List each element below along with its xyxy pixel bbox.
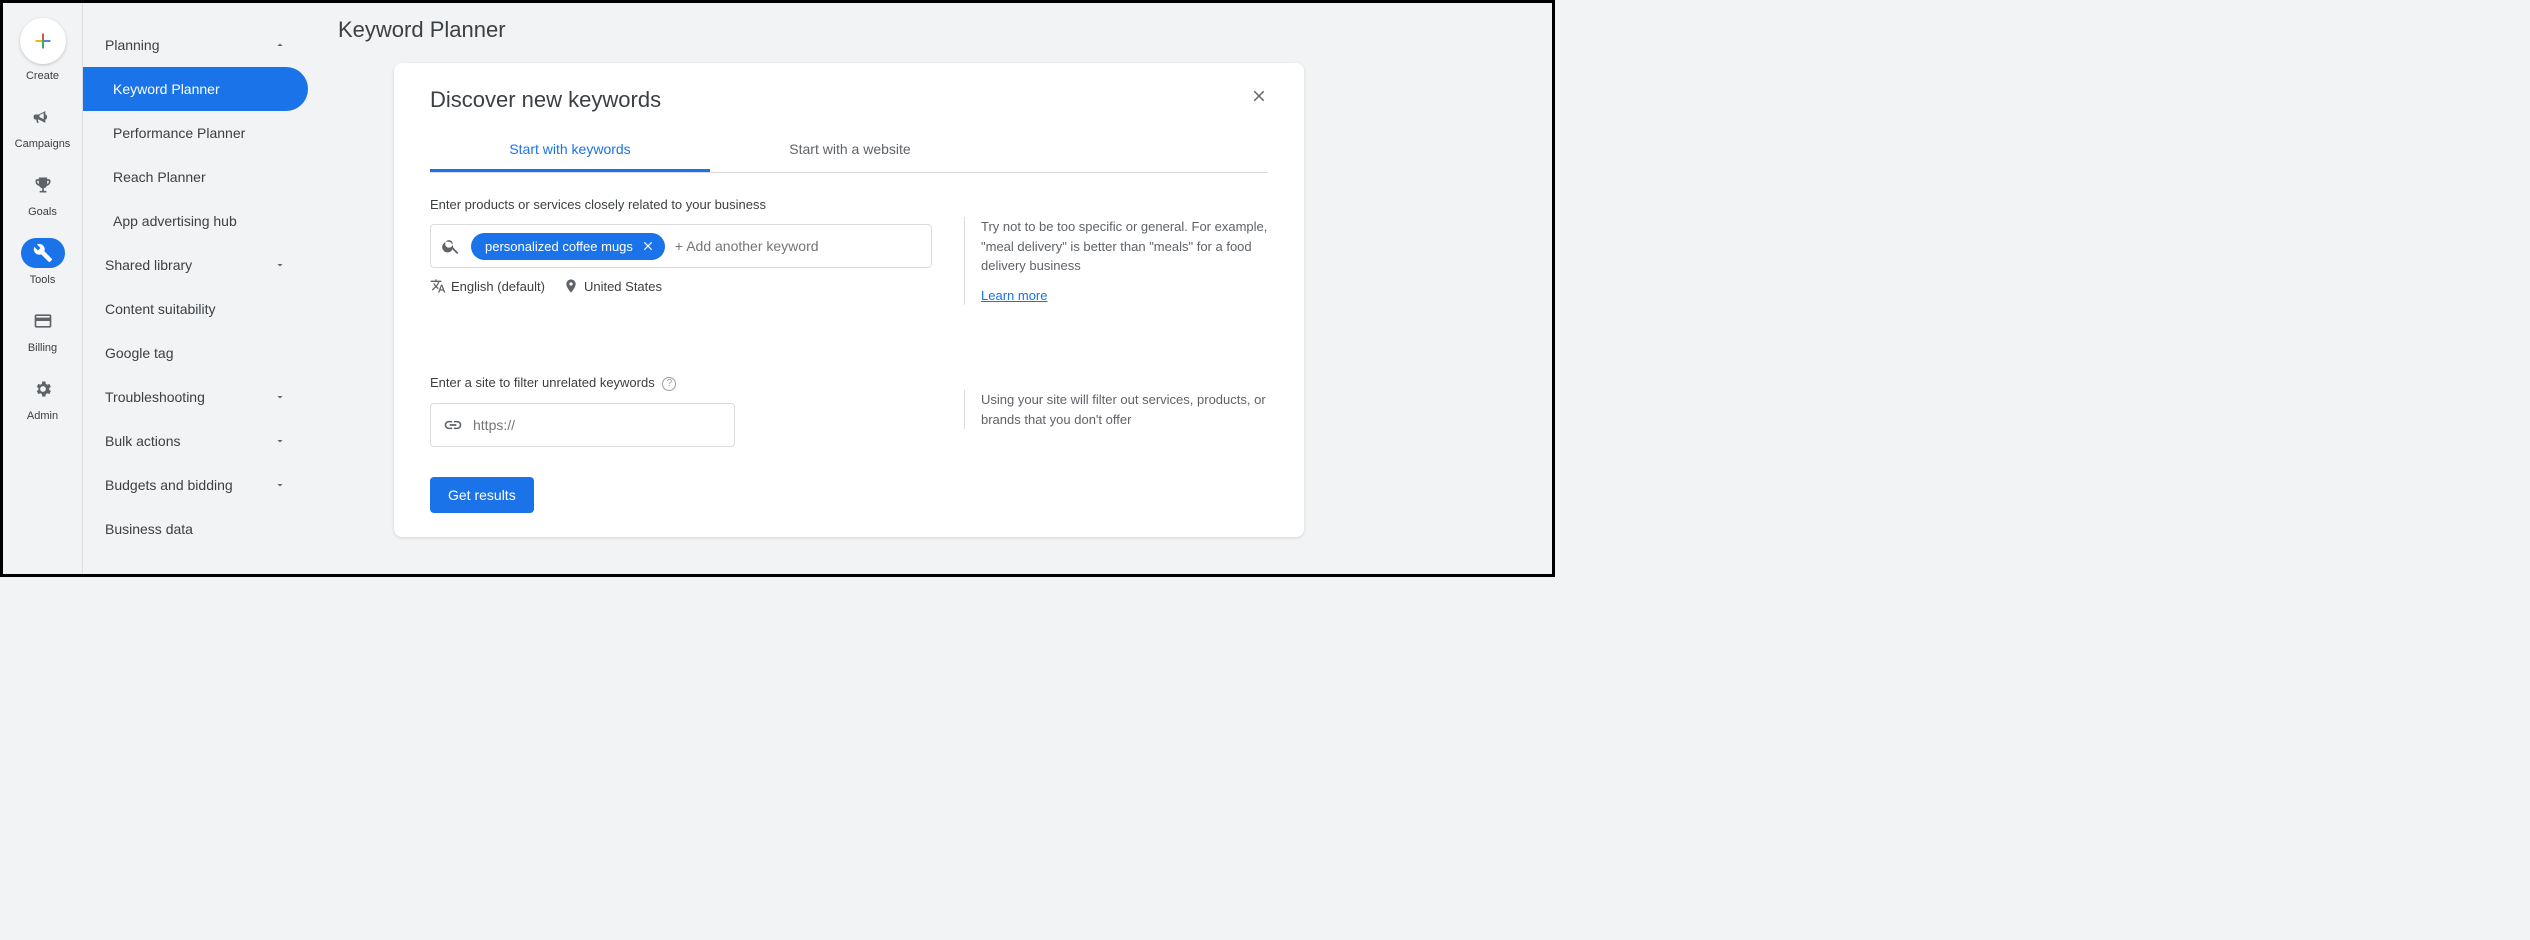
sidebar: Planning Keyword Planner Performance Pla… — [83, 3, 308, 574]
rail-campaigns[interactable]: Campaigns — [15, 102, 71, 150]
rail-admin[interactable]: Admin — [21, 374, 65, 422]
rail-tools[interactable]: Tools — [21, 238, 65, 286]
plus-icon — [20, 18, 66, 64]
rail-create-label: Create — [26, 70, 59, 82]
nav-performance-planner[interactable]: Performance Planner — [83, 111, 308, 155]
tools-icon — [21, 238, 65, 268]
tip-text-1: Try not to be too specific or general. F… — [964, 217, 1268, 305]
rail-tools-label: Tools — [30, 274, 56, 286]
card-title: Discover new keywords — [430, 87, 661, 113]
close-icon — [641, 239, 655, 253]
location-icon — [563, 278, 579, 294]
sidebar-section-shared-library[interactable]: Shared library — [83, 243, 308, 287]
section-label: Bulk actions — [105, 433, 180, 449]
nav-app-advertising-hub[interactable]: App advertising hub — [83, 199, 308, 243]
nav-keyword-planner[interactable]: Keyword Planner — [83, 67, 308, 111]
megaphone-icon — [20, 102, 64, 132]
language-selector[interactable]: English (default) — [430, 278, 545, 294]
rail-billing-label: Billing — [28, 342, 57, 354]
section-label: Budgets and bidding — [105, 477, 233, 493]
sidebar-section-budgets-bidding[interactable]: Budgets and bidding — [83, 463, 308, 507]
sidebar-section-content-suitability[interactable]: Content suitability — [83, 287, 308, 331]
page-title: Keyword Planner — [338, 17, 1522, 43]
trophy-icon — [21, 170, 65, 200]
tab-start-website[interactable]: Start with a website — [710, 129, 990, 172]
section-label: Planning — [105, 37, 160, 53]
sidebar-section-google-tag[interactable]: Google tag — [83, 331, 308, 375]
close-button[interactable] — [1250, 87, 1268, 110]
section-label: Google tag — [105, 345, 174, 361]
section-label: Business data — [105, 521, 193, 537]
close-icon — [1250, 87, 1268, 105]
left-rail: Create Campaigns Goals Tools Billing — [3, 3, 83, 574]
gear-icon — [21, 374, 65, 404]
site-field-label: Enter a site to filter unrelated keyword… — [430, 375, 932, 391]
add-keyword-input[interactable] — [675, 238, 921, 254]
sidebar-section-troubleshooting[interactable]: Troubleshooting — [83, 375, 308, 419]
rail-goals[interactable]: Goals — [21, 170, 65, 218]
chevron-down-icon — [274, 479, 286, 491]
get-results-button[interactable]: Get results — [430, 477, 534, 513]
section-label: Troubleshooting — [105, 389, 205, 405]
tip-text-2: Using your site will filter out services… — [964, 390, 1268, 429]
rail-campaigns-label: Campaigns — [15, 138, 71, 150]
rail-billing[interactable]: Billing — [21, 306, 65, 354]
sidebar-section-bulk-actions[interactable]: Bulk actions — [83, 419, 308, 463]
keywords-input-box[interactable]: personalized coffee mugs — [430, 224, 932, 268]
chip-text: personalized coffee mugs — [485, 239, 633, 254]
nav-reach-planner[interactable]: Reach Planner — [83, 155, 308, 199]
translate-icon — [430, 278, 446, 294]
tabs: Start with keywords Start with a website — [430, 129, 1268, 173]
link-icon — [443, 415, 463, 435]
learn-more-link[interactable]: Learn more — [981, 286, 1047, 306]
discover-card: Discover new keywords Start with keyword… — [394, 63, 1304, 537]
chevron-down-icon — [274, 435, 286, 447]
sidebar-section-planning[interactable]: Planning — [83, 23, 308, 67]
chevron-up-icon — [274, 39, 286, 51]
chevron-down-icon — [274, 391, 286, 403]
keywords-field-label: Enter products or services closely relat… — [430, 197, 932, 212]
site-input-box[interactable] — [430, 403, 735, 447]
rail-goals-label: Goals — [28, 206, 57, 218]
rail-create[interactable]: Create — [20, 18, 66, 82]
sidebar-section-business-data[interactable]: Business data — [83, 507, 308, 551]
chevron-down-icon — [274, 259, 286, 271]
help-icon[interactable]: ? — [662, 377, 676, 391]
location-text: United States — [584, 279, 662, 294]
card-icon — [21, 306, 65, 336]
search-icon — [441, 236, 461, 256]
section-label: Shared library — [105, 257, 192, 273]
location-selector[interactable]: United States — [563, 278, 662, 294]
section-label: Content suitability — [105, 301, 216, 317]
language-text: English (default) — [451, 279, 545, 294]
main-content: Keyword Planner Discover new keywords St… — [308, 3, 1552, 574]
chip-remove[interactable] — [641, 239, 655, 253]
keyword-chip[interactable]: personalized coffee mugs — [471, 233, 665, 260]
site-url-input[interactable] — [473, 417, 722, 433]
tab-start-keywords[interactable]: Start with keywords — [430, 129, 710, 172]
rail-admin-label: Admin — [27, 410, 58, 422]
